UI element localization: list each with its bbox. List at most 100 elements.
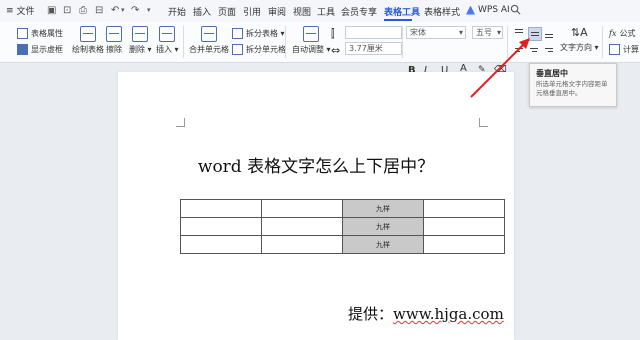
formula-button[interactable]: fx 公式 <box>609 28 635 39</box>
auto-fit-icon <box>303 26 320 42</box>
insert-label: 插入 ▾ <box>156 45 179 54</box>
provider-url: www.hjga.com <box>393 305 504 323</box>
crop-mark <box>479 118 488 127</box>
align-left-button[interactable] <box>513 44 525 56</box>
divider <box>285 26 286 58</box>
divider <box>402 26 403 58</box>
undo-dropdown-icon[interactable]: ▾ <box>121 4 125 17</box>
eraser-icon <box>106 26 122 42</box>
menu-bar: ≡ 文件 ▣ ⊡ ⎙ ⊟ ↶ ▾ ↷ ▾ 开始 插入 页面 引用 审阅 视图 工具 会员专享表… <box>0 0 640 22</box>
undo-icon[interactable]: ↶ <box>111 4 119 17</box>
tab-1[interactable]: 插入 <box>193 5 211 18</box>
redo-icon[interactable]: ↷ <box>131 4 139 17</box>
font-name-select[interactable]: 宋体 ▾ <box>406 26 466 39</box>
row-height-input[interactable] <box>345 26 402 39</box>
auto-fit-label: 自动调整 ▾ <box>292 45 331 54</box>
document-page[interactable]: word 表格文字怎么上下居中？ 九样 九样 九样 提供：www.hjga.com <box>118 72 514 340</box>
font-name-value: 宋体 <box>410 28 426 37</box>
text-direction-label: 文字方向 ▾ <box>560 43 599 52</box>
table-properties-label: 表格属性 <box>31 29 63 38</box>
crop-mark <box>176 118 185 127</box>
search-icon[interactable] <box>510 4 521 15</box>
chevron-down-icon: ▾ <box>496 28 501 37</box>
menu-icon: ≡ <box>6 5 14 16</box>
align-bottom-button[interactable] <box>543 27 555 39</box>
document-title[interactable]: word 表格文字怎么上下居中？ <box>118 152 514 177</box>
font-size-value: 五号 <box>476 28 492 37</box>
table-properties-button[interactable]: 表格属性 <box>17 28 63 39</box>
open-icon[interactable]: ⊡ <box>63 4 71 17</box>
tab-3[interactable]: 引用 <box>243 5 261 18</box>
table-cell[interactable] <box>261 235 343 254</box>
text-direction-button[interactable]: ⇅A 文字方向 ▾ <box>560 26 599 53</box>
active-tab-indicator <box>384 19 412 21</box>
table-properties-icon <box>17 28 28 39</box>
insert-button[interactable]: 插入 ▾ <box>156 26 179 55</box>
text-direction-icon: ⇅A <box>570 26 588 39</box>
split-table-icon <box>232 28 243 39</box>
delete-label: 删除 ▾ <box>129 45 152 54</box>
wps-ai-logo-icon <box>466 5 475 15</box>
chevron-down-icon: ▾ <box>458 28 463 37</box>
tooltip-vertical-center: 垂直居中 所选单元格文字内容距单元格垂直居中。 <box>529 63 617 107</box>
split-cells-label: 拆分单元格 <box>246 45 286 54</box>
tab-7[interactable]: 会员专享 <box>341 5 377 18</box>
tooltip-description: 所选单元格文字内容距单元格垂直居中。 <box>536 80 608 97</box>
table-cell[interactable] <box>180 235 262 254</box>
delete-button[interactable]: 删除 ▾ <box>129 26 152 55</box>
file-menu[interactable]: ≡ 文件 <box>6 4 35 18</box>
draw-table-button[interactable]: 绘制表格 <box>72 26 104 55</box>
erase-button[interactable]: 擦除 <box>106 26 122 55</box>
tab-2[interactable]: 页面 <box>218 5 236 18</box>
tab-5[interactable]: 视图 <box>293 5 311 18</box>
align-top-button[interactable] <box>513 27 525 39</box>
align-right-button[interactable] <box>543 44 555 56</box>
align-middle-button[interactable] <box>528 27 542 41</box>
fx-icon: fx <box>609 29 617 38</box>
table-cell[interactable] <box>423 217 505 236</box>
provider-line[interactable]: 提供：www.hjga.com <box>348 303 504 324</box>
column-width-input[interactable]: 3.77厘米 <box>345 42 402 55</box>
table-cell[interactable] <box>180 217 262 236</box>
tab-9[interactable]: 表格样式 <box>424 5 460 18</box>
tab-0[interactable]: 开始 <box>168 5 186 18</box>
table-cell[interactable] <box>261 217 343 236</box>
tab-4[interactable]: 审阅 <box>268 5 286 18</box>
table-cell[interactable]: 九样 <box>342 199 424 218</box>
calculate-button[interactable]: 计算 ▾ <box>609 44 640 55</box>
split-cells-button[interactable]: 拆分单元格 <box>232 44 286 55</box>
show-gridlines-button[interactable]: 显示虚框 <box>17 44 63 55</box>
table-cell[interactable]: 九样 <box>342 235 424 254</box>
table-cell[interactable]: 九样 <box>342 217 424 236</box>
save-icon[interactable]: ▣ <box>47 4 56 17</box>
split-table-button[interactable]: 拆分表格 ▾ <box>232 28 285 39</box>
document-table[interactable]: 九样 九样 九样 <box>180 199 505 254</box>
divider <box>183 26 184 58</box>
insert-row-icon <box>159 26 176 42</box>
divider <box>507 26 508 58</box>
divider <box>602 26 603 58</box>
tab-6[interactable]: 工具 <box>317 5 335 18</box>
table-cell[interactable] <box>180 199 262 218</box>
table-row: 九样 <box>180 235 505 254</box>
table-cell[interactable] <box>261 199 343 218</box>
erase-label: 擦除 <box>106 45 122 54</box>
font-size-select[interactable]: 五号 ▾ <box>472 26 503 39</box>
wps-ai-button[interactable]: WPS AI <box>466 5 510 15</box>
merge-cells-icon <box>201 26 217 42</box>
table-row: 九样 <box>180 199 505 218</box>
print-icon[interactable]: ⎙ <box>79 4 87 17</box>
draw-table-icon <box>80 26 96 42</box>
split-table-label: 拆分表格 ▾ <box>246 29 285 38</box>
table-cell[interactable] <box>423 199 505 218</box>
align-center-button[interactable] <box>528 44 540 56</box>
merge-cells-button[interactable]: 合并单元格 <box>189 26 229 55</box>
column-width-icon: ⇔ <box>331 44 341 57</box>
more-dropdown-icon[interactable]: ▾ <box>147 4 151 17</box>
tooltip-title: 垂直居中 <box>536 69 568 78</box>
table-cell[interactable] <box>423 235 505 254</box>
print-preview-icon[interactable]: ⊟ <box>95 4 103 17</box>
auto-fit-button[interactable]: 自动调整 ▾ <box>292 26 331 55</box>
file-menu-label: 文件 <box>16 7 35 17</box>
tab-8[interactable]: 表格工具 <box>384 5 420 18</box>
